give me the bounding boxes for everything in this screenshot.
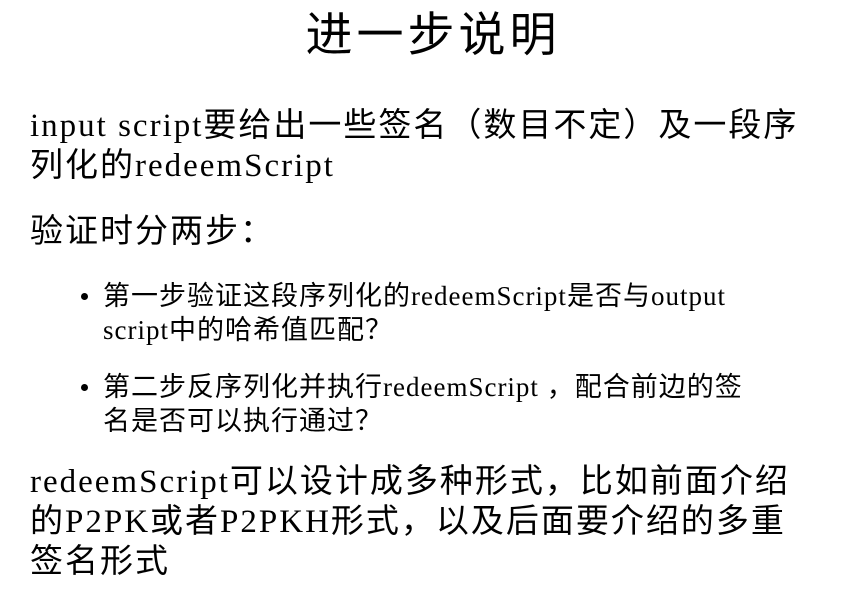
intro-paragraph: input script要给出一些签名（数目不定）及一段序 列化的redeemS… [30,106,798,186]
intro-line: input script要给出一些签名（数目不定）及一段序 [30,108,799,144]
conclusion-line: 签名形式 [30,544,170,580]
conclusion-paragraph: redeemScript可以设计成多种形式，比如前面介绍 的P2PK或者P2PK… [30,462,790,582]
step-list-item: 第二步反序列化并执行redeemScript ，配合前边的签 名是否可以执行通过… [81,370,743,438]
step-line: 第二步反序列化并执行redeemScript ，配合前边的签 [103,372,743,402]
conclusion-line: redeemScript可以设计成多种形式，比如前面介绍 [30,464,790,500]
steps-heading: 验证时分两步： [30,214,275,250]
step-list-item: 第一步验证这段序列化的redeemScript是否与output script中… [81,279,726,347]
intro-line: 列化的redeemScript [30,148,335,184]
bullet-icon [81,384,88,391]
slide-title: 进一步说明 [305,10,561,62]
step-line: 第一步验证这段序列化的redeemScript是否与output [103,281,726,311]
step-line: script中的哈希值匹配？ [103,315,393,345]
step-line: 名是否可以执行通过？ [103,406,383,436]
conclusion-line: 的P2PK或者P2PKH形式，以及后面要介绍的多重 [30,504,786,540]
bullet-icon [81,293,88,300]
